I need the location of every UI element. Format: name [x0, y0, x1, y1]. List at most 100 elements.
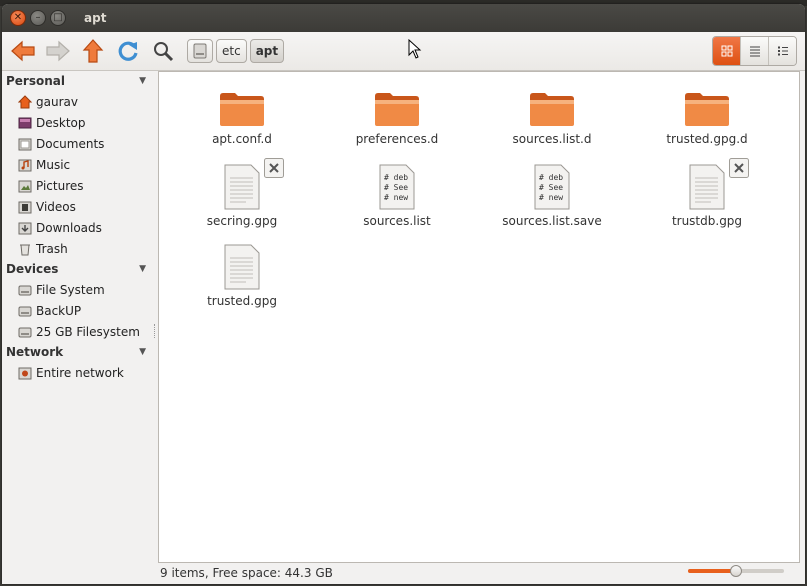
file-name: trusted.gpg.d	[666, 132, 748, 146]
text-preview-line: # deb	[384, 173, 408, 182]
grid-icon	[721, 45, 732, 57]
title-bar[interactable]: ✕ – □ apt	[2, 4, 805, 32]
home-icon	[18, 94, 32, 109]
reload-button[interactable]	[113, 36, 143, 66]
sidebar-item-label: BackUP	[36, 303, 82, 318]
document-icon	[224, 158, 284, 210]
mouse-pointer-icon	[408, 39, 422, 59]
folder-icon	[530, 93, 574, 126]
list-view-button[interactable]	[740, 37, 768, 65]
section-title: Personal	[6, 74, 65, 88]
sidebar-item-entire-network[interactable]: Entire network	[2, 362, 152, 383]
window-title: apt	[84, 11, 107, 25]
section-title: Network	[6, 345, 64, 359]
sidebar-item-label: Videos	[36, 199, 76, 214]
file-item[interactable]: sources.list.d	[477, 90, 627, 146]
sidebar-section-devices[interactable]: Devices ▼	[2, 259, 152, 279]
file-item[interactable]: # deb # See # new sources.list.save	[477, 164, 627, 228]
documents-icon	[18, 137, 32, 151]
sidebar-item-documents[interactable]: Documents	[2, 133, 152, 154]
view-switcher	[712, 36, 797, 66]
file-item[interactable]: trusted.gpg	[167, 244, 317, 308]
sidebar-item-downloads[interactable]: Downloads	[2, 217, 152, 238]
file-item[interactable]: apt.conf.d	[167, 90, 317, 146]
icon-view-button[interactable]	[713, 37, 740, 65]
text-file-icon: # deb # See # new	[534, 164, 570, 210]
music-icon	[18, 158, 32, 172]
file-name: sources.list.save	[502, 214, 602, 228]
sidebar-item-music[interactable]: Music	[2, 154, 152, 175]
document-icon	[224, 244, 260, 290]
collapse-triangle-icon[interactable]: ▼	[139, 347, 146, 357]
collapse-triangle-icon[interactable]: ▼	[139, 264, 146, 274]
videos-icon	[18, 200, 32, 214]
sidebar-item-videos[interactable]: Videos	[2, 196, 152, 217]
search-button[interactable]	[148, 36, 178, 66]
arrow-left-icon	[11, 40, 35, 62]
file-name: sources.list	[363, 214, 431, 228]
folder-icon	[375, 93, 419, 126]
sidebar-item-desktop[interactable]: Desktop	[2, 112, 152, 133]
collapse-triangle-icon[interactable]: ▼	[139, 76, 146, 86]
close-window-button[interactable]: ✕	[10, 10, 26, 26]
unreadable-emblem-icon	[729, 158, 749, 178]
file-name: trusted.gpg	[207, 294, 277, 308]
file-name: apt.conf.d	[212, 132, 272, 146]
file-name: preferences.d	[355, 132, 439, 146]
file-name: sources.list.d	[512, 132, 592, 146]
sidebar-item-label: 25 GB Filesystem	[36, 324, 140, 339]
sidebar-item-file-system[interactable]: File System	[2, 279, 152, 300]
drive-icon	[18, 304, 32, 318]
file-item[interactable]: preferences.d	[322, 90, 472, 146]
list-icon	[749, 46, 760, 57]
sidebar-item-label: Downloads	[36, 220, 102, 235]
sidebar-item-25gb-filesystem[interactable]: 25 GB Filesystem	[2, 321, 152, 342]
compact-list-icon	[777, 46, 788, 56]
sidebar-item-trash[interactable]: Trash	[2, 238, 152, 259]
sidebar-section-network[interactable]: Network ▼	[2, 342, 152, 362]
document-icon	[689, 158, 749, 210]
back-button[interactable]	[8, 36, 38, 66]
breadcrumb-etc[interactable]: etc	[216, 39, 247, 63]
drive-icon	[18, 283, 32, 297]
file-item[interactable]: secring.gpg	[167, 158, 317, 228]
section-title: Devices	[6, 262, 59, 276]
maximize-window-button[interactable]: □	[50, 10, 66, 26]
search-icon	[154, 42, 174, 62]
zoom-slider-fill	[688, 569, 736, 573]
unreadable-emblem-icon	[264, 158, 284, 178]
up-button[interactable]	[78, 36, 108, 66]
file-item[interactable]: # deb # See # new sources.list	[322, 164, 472, 228]
downloads-icon	[18, 221, 32, 235]
sidebar-item-backup[interactable]: BackUP	[2, 300, 152, 321]
minimize-window-button[interactable]: –	[30, 10, 46, 26]
text-preview-line: # new	[384, 193, 408, 202]
forward-button[interactable]	[43, 36, 73, 66]
sidebar-item-label: File System	[36, 282, 105, 297]
sidebar-item-pictures[interactable]: Pictures	[2, 175, 152, 196]
file-item[interactable]: trusted.gpg.d	[632, 90, 782, 146]
folder-icon	[220, 93, 264, 126]
text-file-icon: # deb # See # new	[379, 164, 415, 210]
zoom-slider-handle[interactable]	[730, 565, 742, 577]
sidebar-item-label: Desktop	[36, 115, 86, 130]
network-icon	[18, 366, 32, 380]
file-item[interactable]: trustdb.gpg	[632, 158, 782, 228]
sidebar: Personal ▼ gaurav Desktop Documents Musi…	[2, 71, 152, 584]
breadcrumb: etc apt	[187, 39, 287, 63]
breadcrumb-root[interactable]	[187, 39, 213, 63]
compact-view-button[interactable]	[768, 37, 796, 65]
zoom-slider[interactable]	[688, 565, 784, 577]
pictures-icon	[18, 179, 32, 193]
file-view: apt.conf.d preferences.d sources.list.d	[158, 71, 800, 563]
text-preview-line: # See	[539, 183, 563, 192]
sidebar-section-personal[interactable]: Personal ▼	[2, 71, 152, 91]
sidebar-item-home[interactable]: gaurav	[2, 91, 152, 112]
sidebar-item-label: Music	[36, 157, 71, 172]
breadcrumb-apt[interactable]: apt	[249, 39, 285, 63]
toolbar: etc apt	[2, 32, 805, 71]
drive-icon	[18, 325, 32, 339]
arrow-right-icon	[46, 40, 70, 62]
text-preview-line: # deb	[539, 173, 563, 182]
arrow-up-icon	[82, 39, 104, 63]
